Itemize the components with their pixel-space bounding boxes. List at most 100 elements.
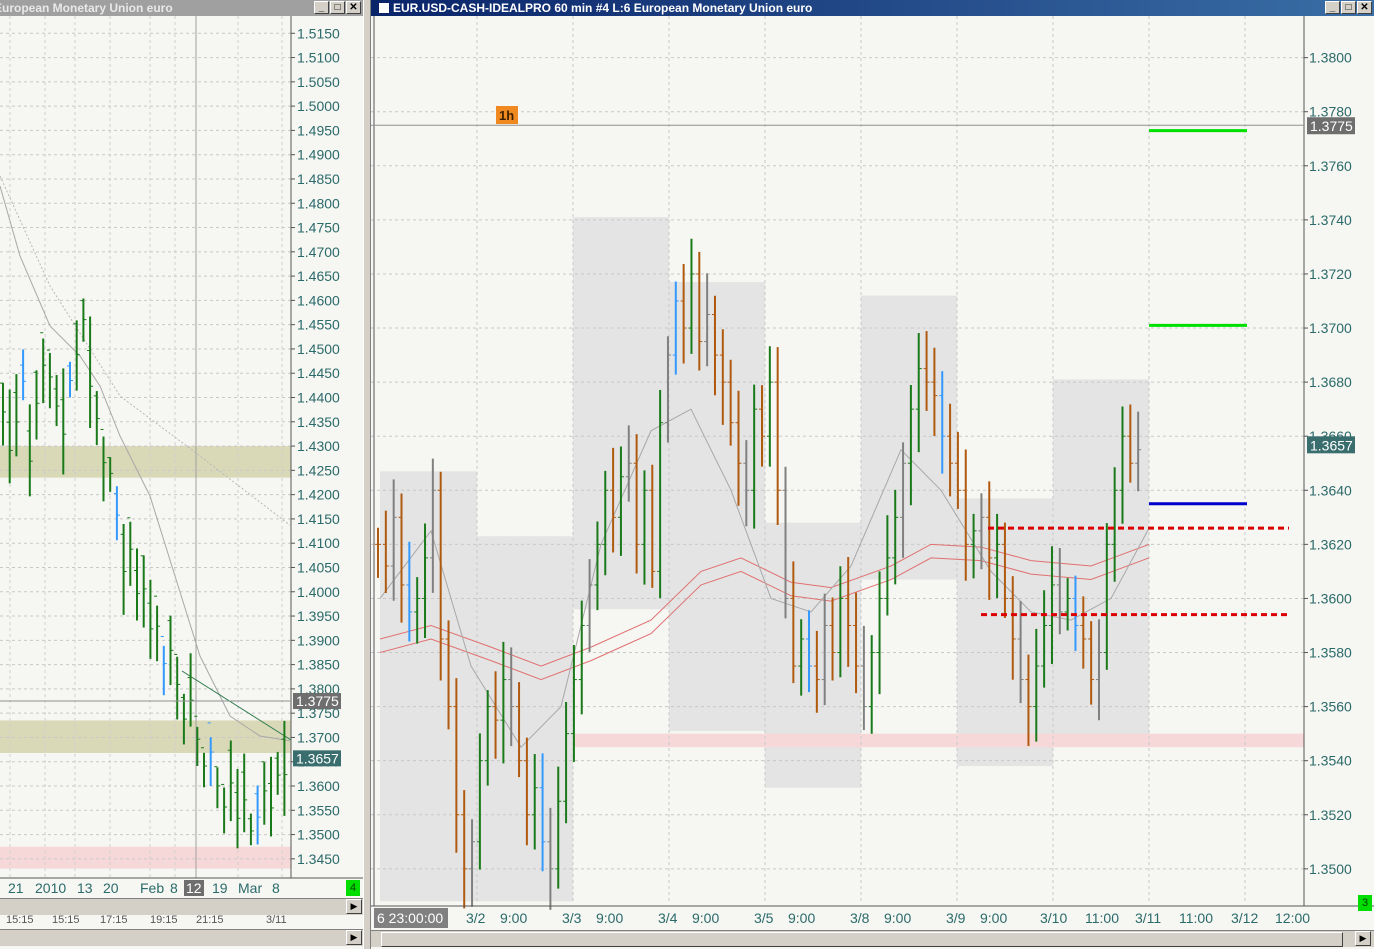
left-horizontal-scrollbar[interactable]: ▶ [0,898,363,915]
left-price-label: 1.4800 [297,195,340,211]
scrollbar-thumb[interactable] [381,932,1343,947]
right-x-label: 3/10 [1040,910,1067,926]
close-button[interactable]: ✕ [1357,1,1372,14]
left-price-label: 1.3450 [297,851,340,867]
right-price-label: 1.3760 [1309,158,1352,174]
right-price-label: 1.3580 [1309,645,1352,661]
left-window-title: European Monetary Union euro [0,1,173,15]
left-x-label: 8 [272,880,280,896]
maximize-button[interactable]: □ [330,1,345,14]
left-price-label: 1.4700 [297,244,340,260]
close-button[interactable]: ✕ [346,1,361,14]
left-price-label: 1.4650 [297,268,340,284]
left-price-label: 1.4000 [297,584,340,600]
scroll-right-arrow[interactable]: ▶ [1355,931,1371,946]
left-price-label: 1.3500 [297,827,340,843]
right-x-label: 11:00 [1085,910,1119,926]
right-x-label: 9:00 [884,910,911,926]
left-price-label: 1.5050 [297,74,340,90]
scroll-right-arrow-2[interactable]: ▶ [346,930,362,945]
right-x-label: 9:00 [692,910,719,926]
scroll-right-arrow[interactable]: ▶ [346,899,362,914]
right-price-label: 1.3560 [1309,699,1352,715]
left-price-marker-current-text: 1.3657 [296,750,339,766]
left-zone [0,720,291,753]
right-price-chart[interactable]: 1.38001.37801.37601.37401.37201.37001.36… [371,16,1374,949]
left-price-label: 1.4400 [297,390,340,406]
left-price-label: 1.4850 [297,171,340,187]
left-price-label: 1.4250 [297,462,340,478]
right-x-label: 3/9 [946,910,966,926]
time-label: 19:15 [150,914,178,926]
right-price-label: 1.3500 [1309,861,1352,877]
right-price-label: 1.3740 [1309,212,1352,228]
right-price-label: 1.3540 [1309,753,1352,769]
right-x-label: 3/2 [466,910,486,926]
right-pink-zone [573,733,1304,748]
window-icon [379,3,389,13]
left-chart-window[interactable]: European Monetary Union euro _ □ ✕ 1.515… [0,0,363,949]
time-label: 17:15 [100,914,128,926]
left-price-label: 1.4500 [297,341,340,357]
left-price-label: 1.3950 [297,608,340,624]
time-label: 3/11 [266,914,287,926]
left-price-label: 1.4550 [297,317,340,333]
right-price-label: 1.3600 [1309,590,1352,606]
left-price-marker-gray-text: 1.3775 [296,693,339,709]
left-x-label: 20 [103,880,119,896]
right-price-marker-gray-text: 1.3775 [1310,118,1353,134]
timeframe-badge-text: 1h [499,108,514,123]
minimize-button[interactable]: _ [1325,1,1340,14]
right-x-label: 9:00 [788,910,815,926]
right-x-label: 9:00 [500,910,527,926]
left-x-label: 12 [186,880,202,896]
right-price-label: 1.3620 [1309,536,1352,552]
left-bottom-scrollbar[interactable]: ▶ [0,929,363,946]
time-label: 21:15 [196,914,224,926]
left-price-label: 1.5000 [297,98,340,114]
right-price-label: 1.3520 [1309,807,1352,823]
left-price-label: 1.5150 [297,25,340,41]
minimize-button[interactable]: _ [314,1,329,14]
right-x-label: 3/12 [1231,910,1258,926]
maximize-button[interactable]: □ [1341,1,1356,14]
left-price-label: 1.4750 [297,220,340,236]
left-price-label: 1.3850 [297,657,340,673]
right-x-label: 3/3 [562,910,582,926]
left-price-label: 1.4100 [297,535,340,551]
right-badge: 3 [1358,895,1372,911]
right-x-label: 9:00 [980,910,1007,926]
left-window-titlebar[interactable]: European Monetary Union euro _ □ ✕ [0,0,363,16]
left-price-chart[interactable]: 1.5150 1.5100 1.5050 1.5000 1.4950 1.4900 1.48… [0,16,363,949]
left-zone [0,446,291,478]
left-zone [0,846,291,869]
left-price-label: 1.4600 [297,292,340,308]
left-price-label: 1.3700 [297,729,340,745]
right-x-label: 3/11 [1135,910,1161,926]
right-price-label: 1.3640 [1309,482,1352,498]
left-x-label: Mar [238,880,262,896]
left-price-label: 1.3900 [297,632,340,648]
left-price-label: 1.4350 [297,414,340,430]
right-chart-window[interactable]: EUR.USD-CASH-IDEALPRO 60 min #4 L:6 Euro… [371,0,1374,949]
right-window-titlebar[interactable]: EUR.USD-CASH-IDEALPRO 60 min #4 L:6 Euro… [371,0,1374,16]
right-x-label: 3/5 [754,910,774,926]
left-price-label: 1.3600 [297,778,340,794]
right-x-first-label: 6 23:00:00 [377,910,443,926]
left-price-label: 1.4050 [297,559,340,575]
window-splitter[interactable] [363,0,371,949]
right-price-label: 1.3800 [1309,50,1352,66]
right-horizontal-scrollbar[interactable]: ▶ [371,930,1374,947]
left-price-label: 1.4300 [297,438,340,454]
left-badge: 4 [346,880,360,896]
time-label: 15:15 [52,914,80,926]
right-x-label: 11:00 [1179,910,1213,926]
left-price-label: 1.4450 [297,365,340,381]
left-price-label: 1.3550 [297,802,340,818]
right-window-title: EUR.USD-CASH-IDEALPRO 60 min #4 L:6 Euro… [393,1,813,15]
left-price-label: 1.4900 [297,147,340,163]
right-price-label: 1.3720 [1309,266,1352,282]
right-x-label: 9:00 [596,910,623,926]
left-x-label: 13 [77,880,93,896]
left-x-label: 8 [170,880,178,896]
